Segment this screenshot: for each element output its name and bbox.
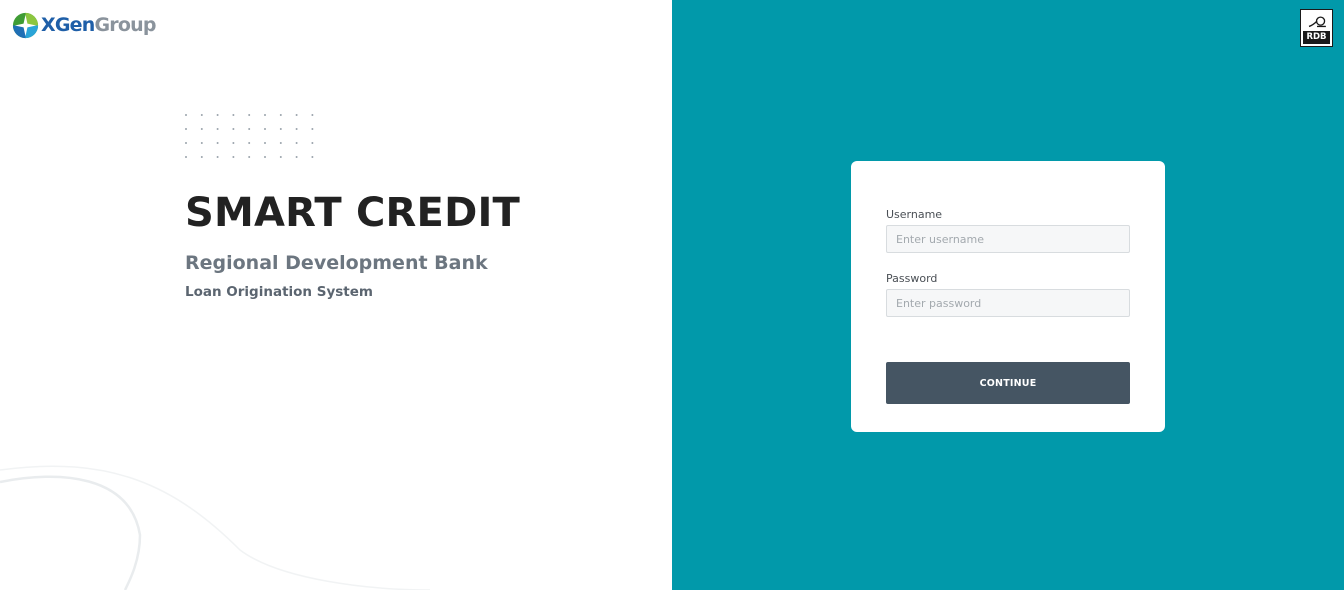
decorative-dot bbox=[279, 128, 282, 130]
decorative-dot bbox=[216, 128, 219, 130]
decorative-dot bbox=[248, 128, 251, 130]
rdb-label: RDB bbox=[1303, 31, 1330, 44]
decorative-dot bbox=[185, 114, 187, 116]
decorative-dot bbox=[295, 114, 298, 116]
continue-button[interactable]: CONTINUE bbox=[886, 362, 1130, 404]
decorative-dot bbox=[295, 128, 298, 130]
app-title: SMART CREDIT bbox=[185, 190, 521, 236]
password-input[interactable] bbox=[886, 289, 1130, 317]
password-label: Password bbox=[886, 272, 938, 285]
decorative-dot bbox=[200, 114, 203, 116]
username-input[interactable] bbox=[886, 225, 1130, 253]
decorative-dot bbox=[295, 142, 298, 144]
decorative-dot bbox=[200, 128, 203, 130]
login-card: Username Password CONTINUE bbox=[851, 161, 1165, 432]
decorative-dot bbox=[248, 114, 251, 116]
decorative-dot bbox=[264, 128, 266, 130]
rdb-emblem-icon bbox=[1308, 16, 1326, 28]
rdb-logo: RDB bbox=[1300, 9, 1333, 47]
decorative-dot bbox=[279, 156, 282, 158]
decorative-dot bbox=[264, 114, 266, 116]
decorative-dot bbox=[232, 156, 235, 158]
decorative-dot bbox=[248, 156, 251, 158]
decorative-dot bbox=[311, 156, 314, 158]
decorative-dot bbox=[311, 128, 314, 130]
decorative-dot-grid bbox=[185, 114, 314, 158]
decorative-dot bbox=[232, 114, 235, 116]
decorative-dot bbox=[311, 142, 314, 144]
decorative-dot bbox=[200, 156, 203, 158]
decorative-dot bbox=[200, 142, 203, 144]
decorative-dot bbox=[185, 142, 187, 144]
decorative-dot bbox=[279, 142, 282, 144]
decorative-dot bbox=[295, 156, 298, 158]
bank-name: Regional Development Bank bbox=[185, 252, 488, 274]
logo-wordmark: XGenGroup bbox=[41, 13, 156, 36]
decorative-dot bbox=[216, 114, 219, 116]
decorative-dot bbox=[216, 142, 219, 144]
system-tagline: Loan Origination System bbox=[185, 284, 373, 300]
decorative-dot bbox=[216, 156, 219, 158]
decorative-dot bbox=[185, 128, 187, 130]
decorative-dot bbox=[264, 156, 266, 158]
globe-logo-icon bbox=[12, 12, 39, 38]
decorative-dot bbox=[232, 128, 235, 130]
brand-panel: XGenGroup SMART CREDIT Regional Developm… bbox=[0, 0, 672, 590]
decorative-dot bbox=[279, 114, 282, 116]
decorative-dot bbox=[185, 156, 187, 158]
decorative-curves bbox=[0, 465, 431, 590]
decorative-dot bbox=[311, 114, 314, 116]
decorative-dot bbox=[232, 142, 235, 144]
decorative-dot bbox=[248, 142, 251, 144]
decorative-dot bbox=[264, 142, 266, 144]
username-label: Username bbox=[886, 208, 943, 221]
xgen-group-logo: XGenGroup bbox=[11, 10, 156, 40]
